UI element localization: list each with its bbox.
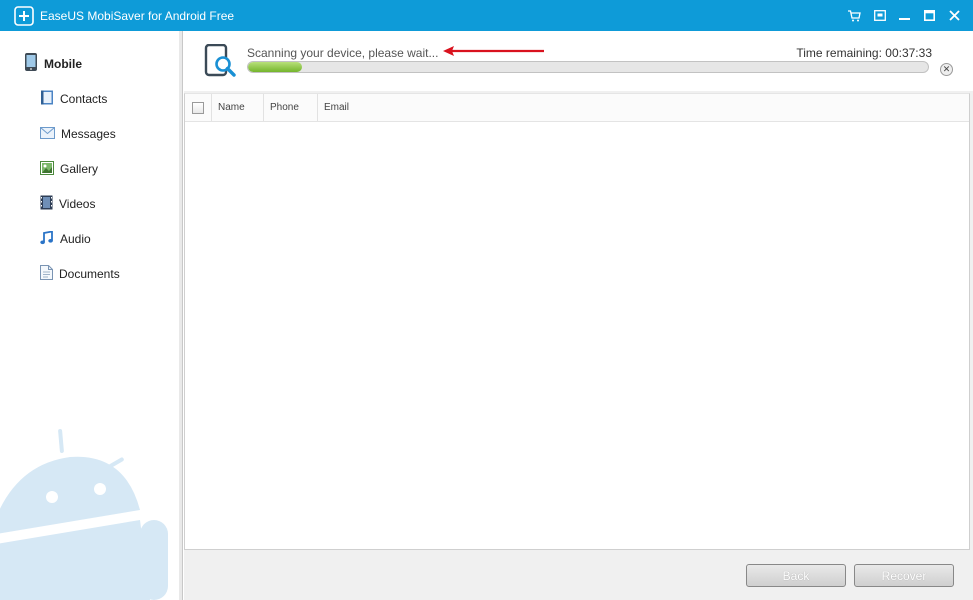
phone-icon bbox=[24, 52, 38, 75]
device-scan-icon bbox=[204, 43, 236, 81]
sidebar-item-contacts[interactable]: Contacts bbox=[40, 90, 107, 108]
restore-icon[interactable] bbox=[867, 0, 892, 31]
sidebar-item-label: Videos bbox=[59, 197, 96, 211]
results-table: Name Phone Email bbox=[184, 93, 970, 550]
column-header-name[interactable]: Name bbox=[212, 94, 264, 121]
sidebar-item-messages[interactable]: Messages bbox=[40, 125, 116, 143]
column-header-email[interactable]: Email bbox=[318, 94, 969, 121]
select-all-checkbox[interactable] bbox=[192, 101, 204, 114]
sidebar-item-label: Audio bbox=[60, 232, 91, 246]
sidebar: Mobile Contacts Messages Gallery Videos … bbox=[0, 31, 183, 600]
sidebar-item-mobile[interactable]: Mobile bbox=[24, 52, 82, 75]
cart-icon[interactable] bbox=[842, 0, 867, 31]
sidebar-item-label: Gallery bbox=[60, 162, 99, 176]
android-watermark-icon bbox=[0, 429, 168, 600]
window-title: EaseUS MobiSaver for Android Free bbox=[40, 8, 235, 23]
sidebar-item-audio[interactable]: Audio bbox=[40, 229, 91, 248]
scan-status-text: Scanning your device, please wait... bbox=[247, 46, 439, 60]
cancel-scan-button[interactable]: ✕ bbox=[940, 63, 953, 76]
time-remaining-text: Time remaining: 00:37:33 bbox=[796, 46, 932, 60]
messages-icon bbox=[40, 126, 55, 142]
select-all-column bbox=[185, 94, 212, 121]
sidebar-item-gallery[interactable]: Gallery bbox=[40, 160, 98, 178]
sidebar-item-label: Contacts bbox=[60, 92, 108, 106]
scan-progress-fill bbox=[248, 62, 303, 72]
sidebar-item-label: Documents bbox=[59, 267, 120, 281]
gallery-icon bbox=[40, 160, 54, 178]
table-header: Name Phone Email bbox=[185, 94, 969, 122]
audio-icon bbox=[40, 229, 54, 248]
documents-icon bbox=[40, 265, 53, 283]
sidebar-item-label: Messages bbox=[61, 127, 116, 141]
contacts-icon bbox=[40, 90, 54, 108]
sidebar-item-videos[interactable]: Videos bbox=[40, 195, 95, 213]
app-logo-icon bbox=[14, 5, 34, 26]
scan-status-area: Scanning your device, please wait... Tim… bbox=[184, 31, 973, 91]
sidebar-item-documents[interactable]: Documents bbox=[40, 265, 120, 283]
column-header-phone[interactable]: Phone bbox=[264, 94, 318, 121]
minimize-icon[interactable] bbox=[892, 0, 917, 31]
videos-icon bbox=[40, 195, 53, 213]
scan-progress-bar bbox=[247, 61, 929, 73]
sidebar-item-label: Mobile bbox=[44, 56, 82, 71]
maximize-icon[interactable] bbox=[917, 0, 942, 31]
title-bar: EaseUS MobiSaver for Android Free bbox=[0, 0, 973, 31]
recover-button[interactable]: Recover bbox=[854, 564, 954, 587]
annotation-arrow-icon bbox=[443, 46, 544, 56]
main-panel: Scanning your device, please wait... Tim… bbox=[184, 31, 973, 600]
back-button[interactable]: Back bbox=[746, 564, 846, 587]
close-icon[interactable] bbox=[942, 0, 967, 31]
close-icon: ✕ bbox=[942, 64, 951, 74]
